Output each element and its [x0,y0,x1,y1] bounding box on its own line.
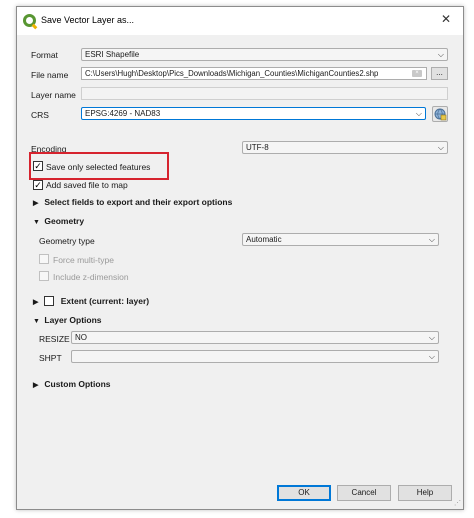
select-fields-section-toggle[interactable]: ▶ Select fields to export and their expo… [33,197,232,207]
resize-grip-icon[interactable]: ⋰ [454,499,461,507]
help-button[interactable]: Help [398,485,452,501]
cancel-button[interactable]: Cancel [337,485,391,501]
title-bar: Save Vector Layer as... ✕ [17,7,463,35]
globe-icon [434,108,447,121]
geometry-type-value: Automatic [246,235,282,244]
format-value: ESRI Shapefile [85,50,140,59]
collapsed-arrow-icon: ▶ [33,382,39,389]
encoding-select[interactable]: UTF-8 ⌵ [242,141,448,154]
ok-button[interactable]: OK [277,485,331,501]
shpt-select[interactable]: ⌵ [71,350,439,363]
resize-label: RESIZE [39,334,70,344]
custom-options-section-toggle[interactable]: ▶ Custom Options [33,379,110,389]
shpt-label: SHPT [39,353,62,363]
crs-value: EPSG:4269 - NAD83 [85,109,161,118]
crs-select[interactable]: EPSG:4269 - NAD83 ⌵ [81,107,426,120]
chevron-down-icon: ⌵ [437,143,444,152]
force-multi-checkbox[interactable] [39,254,49,264]
geometry-heading: Geometry [44,216,85,226]
save-selected-checkbox[interactable]: ✓ [33,161,43,171]
expanded-arrow-icon: ▼ [33,219,40,226]
chevron-down-icon: ⌵ [437,50,444,59]
save-selected-label: Save only selected features [46,162,151,172]
layer-options-section-toggle[interactable]: ▼ Layer Options [33,315,102,325]
add-to-map-checkbox[interactable]: ✓ [33,180,43,190]
close-icon[interactable]: ✕ [441,12,451,26]
geometry-section-toggle[interactable]: ▼ Geometry [33,216,84,226]
save-vector-layer-dialog: Save Vector Layer as... ✕ Format ESRI Sh… [16,6,464,510]
include-z-label: Include z-dimension [53,272,129,282]
resize-select[interactable]: NO ⌵ [71,331,439,344]
layername-label: Layer name [31,90,76,100]
expanded-arrow-icon: ▼ [33,318,40,325]
chevron-down-icon: ⌵ [428,333,435,342]
crs-selector-button[interactable] [432,106,448,122]
geometry-type-select[interactable]: Automatic ⌵ [242,233,439,246]
encoding-value: UTF-8 [246,143,269,152]
force-multi-label: Force multi-type [53,255,114,265]
extent-checkbox[interactable] [44,296,55,306]
clear-icon[interactable]: × [412,70,422,77]
crs-label: CRS [31,110,49,120]
dialog-title: Save Vector Layer as... [41,15,135,25]
collapsed-arrow-icon: ▶ [33,299,39,306]
custom-options-heading: Custom Options [44,379,111,389]
filename-label: File name [31,70,69,80]
format-label: Format [31,50,58,60]
browse-button[interactable]: ... [431,67,448,80]
chevron-down-icon: ⌵ [428,235,435,244]
filename-input[interactable]: C:\Users\Hugh\Desktop\Pics_Downloads\Mic… [81,67,427,80]
add-to-map-label: Add saved file to map [46,180,128,190]
layer-options-heading: Layer Options [44,315,102,325]
format-select[interactable]: ESRI Shapefile ⌵ [81,48,448,61]
chevron-down-icon: ⌵ [415,109,422,118]
geometry-type-label: Geometry type [39,236,95,246]
chevron-down-icon: ⌵ [428,352,435,361]
select-fields-heading: Select fields to export and their export… [44,197,233,207]
collapsed-arrow-icon: ▶ [33,200,39,207]
resize-value: NO [75,333,87,342]
extent-section-toggle[interactable]: ▶ Extent (current: layer) [33,296,149,306]
include-z-checkbox[interactable] [39,271,49,281]
qgis-logo-icon [23,14,36,27]
extent-heading: Extent (current: layer) [60,296,150,306]
layername-input[interactable] [81,87,448,100]
filename-value: C:\Users\Hugh\Desktop\Pics_Downloads\Mic… [85,69,379,78]
